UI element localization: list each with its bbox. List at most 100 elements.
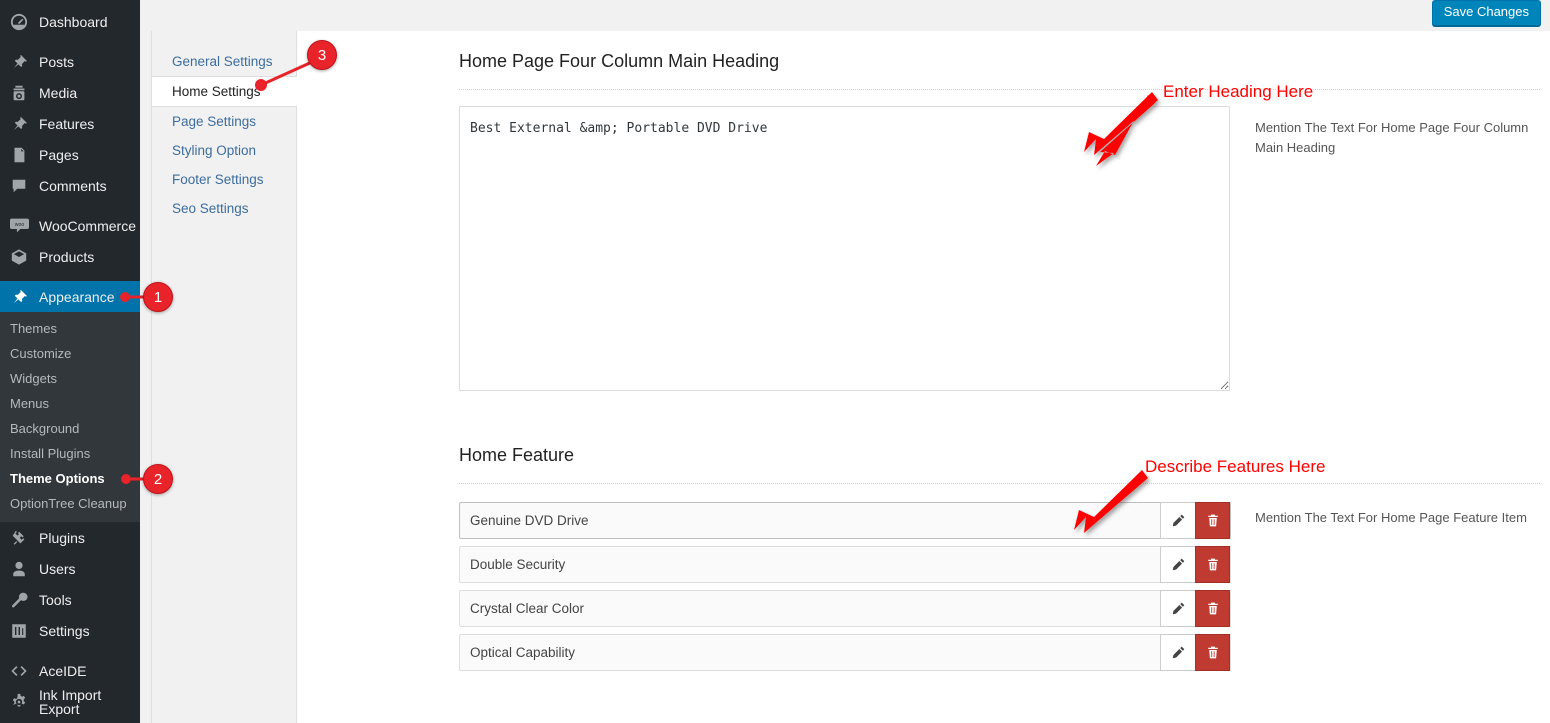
- sidebar-item-woocommerce[interactable]: woo WooCommerce: [0, 210, 140, 241]
- sidebar-item-label: Posts: [39, 53, 75, 70]
- sidebar-item-label: Pages: [39, 146, 79, 163]
- trash-icon[interactable]: [1195, 502, 1230, 539]
- settings-content: Home Page Four Column Main Heading Menti…: [297, 31, 1550, 723]
- save-changes-button[interactable]: Save Changes: [1431, 0, 1541, 26]
- menu-separator: [0, 201, 140, 210]
- tab-footer-settings[interactable]: Footer Settings: [152, 165, 296, 194]
- section-title: Home Feature: [459, 445, 575, 465]
- pencil-icon[interactable]: [1160, 634, 1195, 671]
- appearance-submenu: Themes Customize Widgets Menus Backgroun…: [0, 312, 140, 522]
- sidebar-item-tools[interactable]: Tools: [0, 584, 140, 615]
- list-item-title: Double Security: [470, 556, 566, 572]
- tab-page-settings[interactable]: Page Settings: [152, 107, 296, 136]
- callout-badge-1: 1: [143, 282, 173, 312]
- menu-separator: [0, 37, 140, 46]
- woocommerce-icon: woo: [8, 216, 30, 236]
- user-icon: [8, 559, 30, 579]
- sidebar-item-label: Tools: [39, 591, 72, 608]
- sidebar-item-label: Users: [39, 560, 76, 577]
- section-title: Home Page Four Column Main Heading: [459, 51, 780, 71]
- menu-separator: [0, 646, 140, 655]
- heading-field-column: [459, 106, 1231, 391]
- trash-icon[interactable]: [1195, 634, 1230, 671]
- sidebar-item-settings[interactable]: Settings: [0, 615, 140, 646]
- list-item-actions: [1160, 634, 1230, 671]
- submenu-item-menus[interactable]: Menus: [0, 391, 140, 416]
- sidebar-item-users[interactable]: Users: [0, 553, 140, 584]
- annotation-label-heading: Enter Heading Here: [1163, 82, 1314, 101]
- tab-label[interactable]: Home Settings: [152, 77, 297, 106]
- submenu-item-background[interactable]: Background: [0, 416, 140, 441]
- sidebar-item-label: Settings: [39, 622, 90, 639]
- sidebar-item-dashboard[interactable]: Dashboard: [0, 6, 140, 37]
- pin-icon: [8, 52, 30, 72]
- feature-description: Mention The Text For Home Page Feature I…: [1255, 510, 1527, 525]
- tab-label[interactable]: Page Settings: [152, 107, 296, 136]
- settings-tab-list: General Settings Home Settings Page Sett…: [152, 31, 297, 723]
- sidebar-item-label: AceIDE: [39, 662, 87, 679]
- list-item-actions: [1160, 546, 1230, 583]
- tab-general-settings[interactable]: General Settings: [152, 47, 296, 76]
- feature-field-column: Genuine DVD Drive Double Security Crysta…: [459, 502, 1231, 678]
- callout-badge-2: 2: [143, 464, 173, 494]
- section-home-heading: Home Page Four Column Main Heading Menti…: [297, 31, 1550, 391]
- section-home-feature: Home Feature Genuine DVD Drive Double Se…: [297, 425, 1550, 678]
- pencil-icon[interactable]: [1160, 502, 1195, 539]
- list-item[interactable]: Genuine DVD Drive: [459, 502, 1231, 539]
- tab-label[interactable]: Footer Settings: [152, 165, 296, 194]
- list-item[interactable]: Optical Capability: [459, 634, 1231, 671]
- tab-styling-option[interactable]: Styling Option: [152, 136, 296, 165]
- sidebar-item-label: Comments: [39, 177, 107, 194]
- sidebar-item-plugins[interactable]: Plugins: [0, 522, 140, 553]
- submenu-item-install-plugins[interactable]: Install Plugins: [0, 441, 140, 466]
- list-item-title: Crystal Clear Color: [470, 600, 585, 616]
- tab-label[interactable]: Seo Settings: [152, 194, 296, 223]
- submenu-item-customize[interactable]: Customize: [0, 341, 140, 366]
- list-item-title: Genuine DVD Drive: [470, 512, 589, 528]
- sidebar-item-label: Media: [39, 84, 78, 101]
- trash-icon[interactable]: [1195, 546, 1230, 583]
- list-item[interactable]: Double Security: [459, 546, 1231, 583]
- sidebar-item-products[interactable]: Products: [0, 241, 140, 272]
- tab-label[interactable]: Styling Option: [152, 136, 296, 165]
- submenu-item-themes[interactable]: Themes: [0, 316, 140, 341]
- sidebar-item-media[interactable]: Media: [0, 77, 140, 108]
- sidebar-item-pages[interactable]: Pages: [0, 139, 140, 170]
- dashboard-icon: [8, 12, 30, 32]
- tab-seo-settings[interactable]: Seo Settings: [152, 194, 296, 223]
- heading-textarea[interactable]: [459, 106, 1230, 391]
- sidebar-item-label: Products: [39, 248, 95, 265]
- pencil-icon[interactable]: [1160, 590, 1195, 627]
- wrench-icon: [8, 590, 30, 610]
- pencil-icon[interactable]: [1160, 546, 1195, 583]
- svg-text:woo: woo: [14, 222, 24, 228]
- page-icon: [8, 145, 30, 165]
- comment-icon: [8, 176, 30, 196]
- tab-label[interactable]: General Settings: [152, 47, 296, 76]
- sidebar-item-label: WooCommerce: [39, 217, 136, 234]
- brush-icon: [8, 287, 30, 307]
- sidebar-item-features[interactable]: Features: [0, 108, 140, 139]
- list-item[interactable]: Crystal Clear Color: [459, 590, 1231, 627]
- submenu-item-theme-options[interactable]: Theme Options: [0, 466, 140, 491]
- plugin-icon: [8, 528, 30, 548]
- submenu-item-optiontree-cleanup[interactable]: OptionTree Cleanup: [0, 491, 140, 516]
- sidebar-item-aceide[interactable]: AceIDE: [0, 655, 140, 686]
- sidebar-item-appearance[interactable]: Appearance: [0, 281, 140, 312]
- sidebar-item-label: Appearance: [39, 288, 115, 305]
- box-icon: [8, 247, 30, 267]
- submenu-item-widgets[interactable]: Widgets: [0, 366, 140, 391]
- sidebar-item-label: Features: [39, 115, 95, 132]
- tab-home-settings[interactable]: Home Settings: [152, 76, 297, 107]
- menu-separator: [0, 272, 140, 281]
- sidebar-item-ink-import-export[interactable]: Ink Import Export: [0, 686, 140, 717]
- trash-icon[interactable]: [1195, 590, 1230, 627]
- list-item-actions: [1160, 590, 1230, 627]
- media-icon: [8, 83, 30, 103]
- sidebar-item-comments[interactable]: Comments: [0, 170, 140, 201]
- sidebar-item-posts[interactable]: Posts: [0, 46, 140, 77]
- sidebar-item-label: Ink Import Export: [39, 686, 102, 717]
- sidebar-item-label: Dashboard: [39, 13, 108, 30]
- callout-badge-3: 3: [307, 40, 337, 70]
- feature-list: Genuine DVD Drive Double Security Crysta…: [459, 502, 1231, 671]
